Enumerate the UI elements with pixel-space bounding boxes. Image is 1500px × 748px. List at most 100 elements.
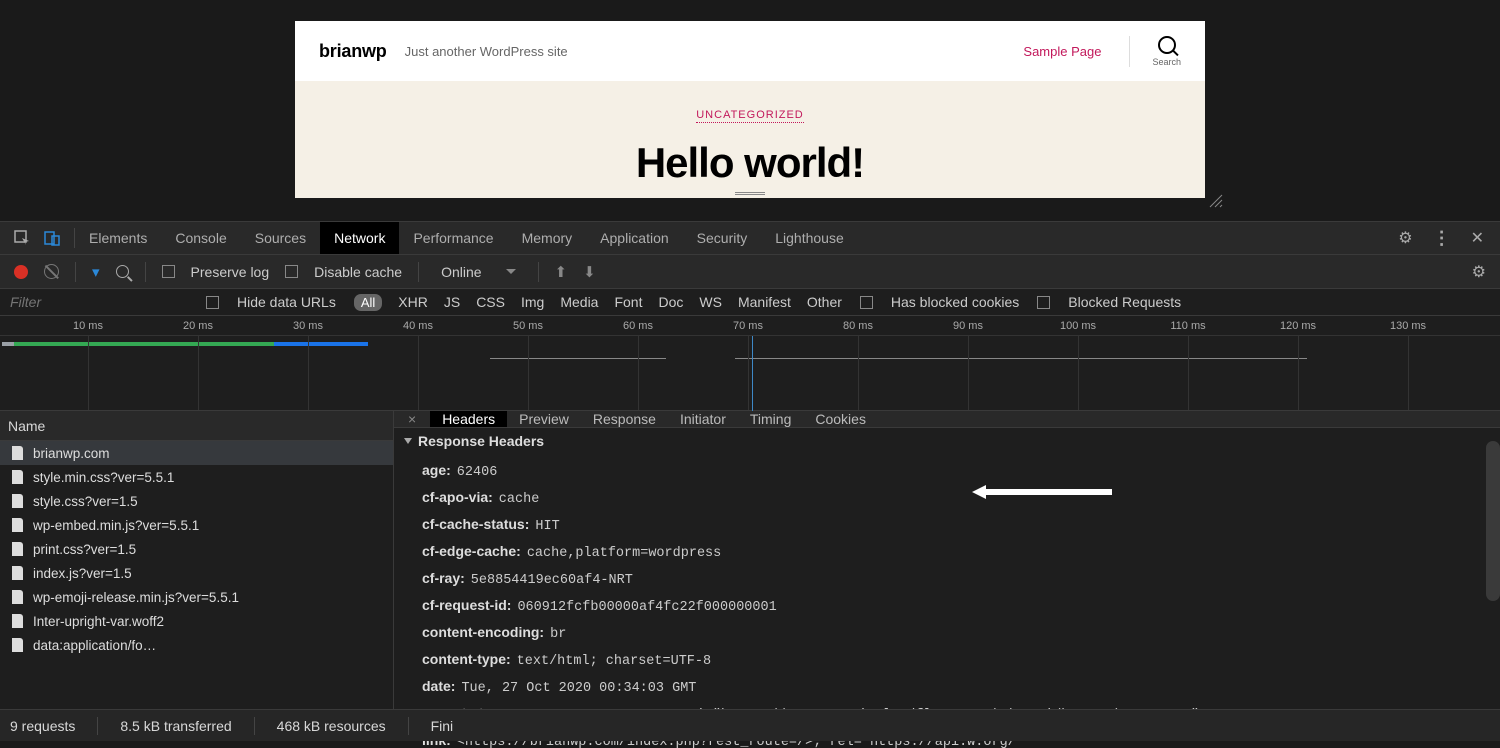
- file-icon: [12, 494, 23, 508]
- filter-type-xhr[interactable]: XHR: [398, 294, 428, 310]
- hide-data-urls-label: Hide data URLs: [237, 294, 336, 310]
- header-key: cf-request-id:: [422, 597, 511, 613]
- resize-corner-icon[interactable]: [1209, 194, 1223, 208]
- request-row[interactable]: style.css?ver=1.5: [0, 489, 393, 513]
- gear-icon[interactable]: ⚙: [1398, 228, 1412, 249]
- filter-type-img[interactable]: Img: [521, 294, 544, 310]
- kebab-icon[interactable]: ⋮: [1433, 228, 1451, 249]
- timeline[interactable]: 10 ms20 ms30 ms40 ms50 ms60 ms70 ms80 ms…: [0, 315, 1500, 411]
- header-value: cache,platform=wordpress: [527, 546, 721, 561]
- tab-elements[interactable]: Elements: [75, 222, 161, 254]
- detail-tab-preview[interactable]: Preview: [507, 411, 581, 427]
- detail-tab-initiator[interactable]: Initiator: [668, 411, 738, 427]
- gear-icon[interactable]: ⚙: [1472, 262, 1486, 282]
- request-row[interactable]: Inter-upright-var.woff2: [0, 609, 393, 633]
- has-blocked-checkbox[interactable]: [860, 296, 873, 309]
- filter-type-doc[interactable]: Doc: [658, 294, 683, 310]
- request-row[interactable]: index.js?ver=1.5: [0, 561, 393, 585]
- filter-type-media[interactable]: Media: [560, 294, 598, 310]
- tab-application[interactable]: Application: [586, 222, 683, 254]
- filter-type-all[interactable]: All: [354, 294, 382, 311]
- header-key: cf-ray:: [422, 570, 465, 586]
- sample-page-link[interactable]: Sample Page: [1023, 44, 1101, 59]
- request-row[interactable]: print.css?ver=1.5: [0, 537, 393, 561]
- resize-handle-icon[interactable]: [720, 192, 780, 198]
- clear-icon[interactable]: [44, 264, 59, 279]
- request-list: brianwp.com style.min.css?ver=5.5.1 style.…: [0, 441, 393, 709]
- request-row[interactable]: brianwp.com: [0, 441, 393, 465]
- blocked-requests-checkbox[interactable]: [1037, 296, 1050, 309]
- detail-tab-headers[interactable]: Headers: [430, 411, 507, 427]
- file-icon: [12, 542, 23, 556]
- tab-security[interactable]: Security: [683, 222, 762, 254]
- detail-tab-response[interactable]: Response: [581, 411, 668, 427]
- waterfall: [0, 336, 1500, 412]
- header-key: content-encoding:: [422, 624, 544, 640]
- triangle-down-icon: [404, 438, 412, 444]
- request-name: style.min.css?ver=5.5.1: [33, 470, 174, 485]
- disable-cache-checkbox[interactable]: [285, 265, 298, 278]
- upload-icon[interactable]: ⬆: [555, 263, 568, 281]
- filter-type-ws[interactable]: WS: [699, 294, 722, 310]
- device-toggle-icon[interactable]: [44, 230, 60, 246]
- search-icon[interactable]: [116, 265, 129, 278]
- scrollbar[interactable]: [1486, 441, 1500, 601]
- filter-toggle-icon[interactable]: ▾: [92, 263, 100, 281]
- filter-input[interactable]: [8, 292, 188, 312]
- tab-performance[interactable]: Performance: [399, 222, 507, 254]
- name-column: Name brianwp.com style.min.css?ver=5.5.1 s…: [0, 411, 394, 709]
- site-header: brianwp Just another WordPress site Samp…: [295, 21, 1205, 81]
- tab-console[interactable]: Console: [161, 222, 240, 254]
- timeline-tick: 100 ms: [1060, 320, 1096, 332]
- status-bar: 9 requests 8.5 kB transferred 468 kB res…: [0, 709, 1500, 741]
- hide-data-urls-checkbox[interactable]: [206, 296, 219, 309]
- detail-tab-timing[interactable]: Timing: [738, 411, 804, 427]
- timeline-tick: 70 ms: [733, 320, 763, 332]
- timeline-tick: 80 ms: [843, 320, 873, 332]
- preserve-log-checkbox[interactable]: [162, 265, 175, 278]
- tab-sources[interactable]: Sources: [241, 222, 320, 254]
- timeline-tick: 50 ms: [513, 320, 543, 332]
- header-key: content-type:: [422, 651, 511, 667]
- throttling-select[interactable]: Online: [435, 264, 521, 280]
- timeline-tick: 120 ms: [1280, 320, 1316, 332]
- tab-lighthouse[interactable]: Lighthouse: [761, 222, 858, 254]
- name-header[interactable]: Name: [0, 411, 393, 441]
- request-name: Inter-upright-var.woff2: [33, 614, 164, 629]
- request-row[interactable]: data:application/fo…: [0, 633, 393, 657]
- request-row[interactable]: style.min.css?ver=5.5.1: [0, 465, 393, 489]
- inspect-icon[interactable]: [14, 230, 30, 246]
- section-response-headers[interactable]: Response Headers: [394, 428, 1500, 454]
- request-row[interactable]: wp-emoji-release.min.js?ver=5.5.1: [0, 585, 393, 609]
- header-key: cf-cache-status:: [422, 516, 529, 532]
- file-icon: [12, 518, 23, 532]
- has-blocked-label: Has blocked cookies: [891, 294, 1019, 310]
- detail-tab-cookies[interactable]: Cookies: [803, 411, 878, 427]
- status-requests: 9 requests: [10, 718, 75, 734]
- site-body: UNCATEGORIZED Hello world!: [295, 81, 1205, 198]
- filter-type-manifest[interactable]: Manifest: [738, 294, 791, 310]
- filter-type-other[interactable]: Other: [807, 294, 842, 310]
- request-row[interactable]: wp-embed.min.js?ver=5.5.1: [0, 513, 393, 537]
- close-icon[interactable]: ✕: [1471, 228, 1484, 249]
- post-title[interactable]: Hello world!: [636, 139, 864, 187]
- filter-type-js[interactable]: JS: [444, 294, 460, 310]
- request-name: index.js?ver=1.5: [33, 566, 132, 581]
- search-button[interactable]: Search: [1129, 36, 1181, 67]
- record-icon[interactable]: [14, 265, 28, 279]
- site-preview: brianwp Just another WordPress site Samp…: [295, 21, 1205, 198]
- file-icon: [12, 446, 23, 460]
- header-value: 62406: [457, 465, 498, 480]
- filter-type-css[interactable]: CSS: [476, 294, 505, 310]
- search-icon: [1158, 36, 1176, 54]
- site-title[interactable]: brianwp: [319, 41, 387, 62]
- timeline-tick: 20 ms: [183, 320, 213, 332]
- download-icon[interactable]: ⬇: [583, 263, 596, 281]
- tab-network[interactable]: Network: [320, 222, 399, 254]
- category-link[interactable]: UNCATEGORIZED: [696, 109, 804, 123]
- file-icon: [12, 614, 23, 628]
- close-detail-icon[interactable]: ×: [394, 411, 430, 427]
- filter-type-font[interactable]: Font: [614, 294, 642, 310]
- section-title: Response Headers: [418, 433, 544, 449]
- tab-memory[interactable]: Memory: [508, 222, 587, 254]
